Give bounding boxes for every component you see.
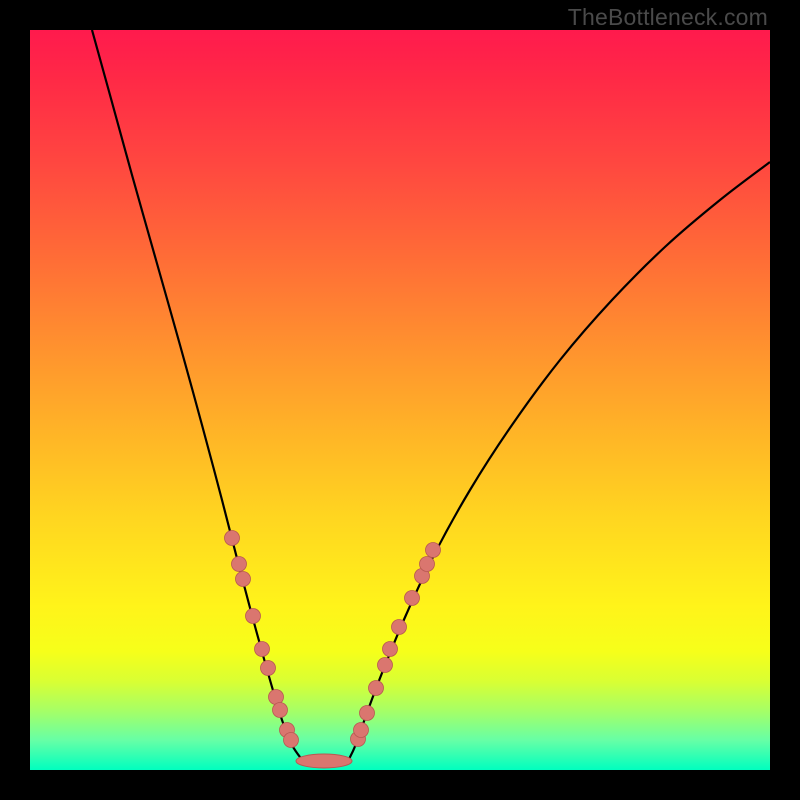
curve-marker bbox=[225, 531, 240, 546]
watermark-label: TheBottleneck.com bbox=[568, 4, 768, 31]
plot-area bbox=[30, 30, 770, 770]
curve-marker bbox=[383, 642, 398, 657]
curve-left-markers bbox=[225, 531, 299, 748]
curve-right-segment bbox=[347, 162, 770, 762]
curve-marker bbox=[261, 661, 276, 676]
curve-marker bbox=[255, 642, 270, 657]
curve-marker bbox=[369, 681, 384, 696]
bottleneck-curve bbox=[30, 30, 770, 770]
curve-marker bbox=[284, 733, 299, 748]
curve-marker bbox=[273, 703, 288, 718]
curve-marker bbox=[420, 557, 435, 572]
curve-marker bbox=[236, 572, 251, 587]
curve-right-markers bbox=[351, 543, 441, 747]
curve-marker bbox=[354, 723, 369, 738]
curve-marker bbox=[360, 706, 375, 721]
curve-left-segment bbox=[92, 30, 348, 762]
curve-marker bbox=[426, 543, 441, 558]
curve-marker bbox=[232, 557, 247, 572]
curve-marker bbox=[378, 658, 393, 673]
curve-bottom-joint bbox=[296, 754, 352, 768]
chart-frame: TheBottleneck.com bbox=[0, 0, 800, 800]
curve-marker bbox=[405, 591, 420, 606]
curve-marker bbox=[392, 620, 407, 635]
curve-marker bbox=[246, 609, 261, 624]
